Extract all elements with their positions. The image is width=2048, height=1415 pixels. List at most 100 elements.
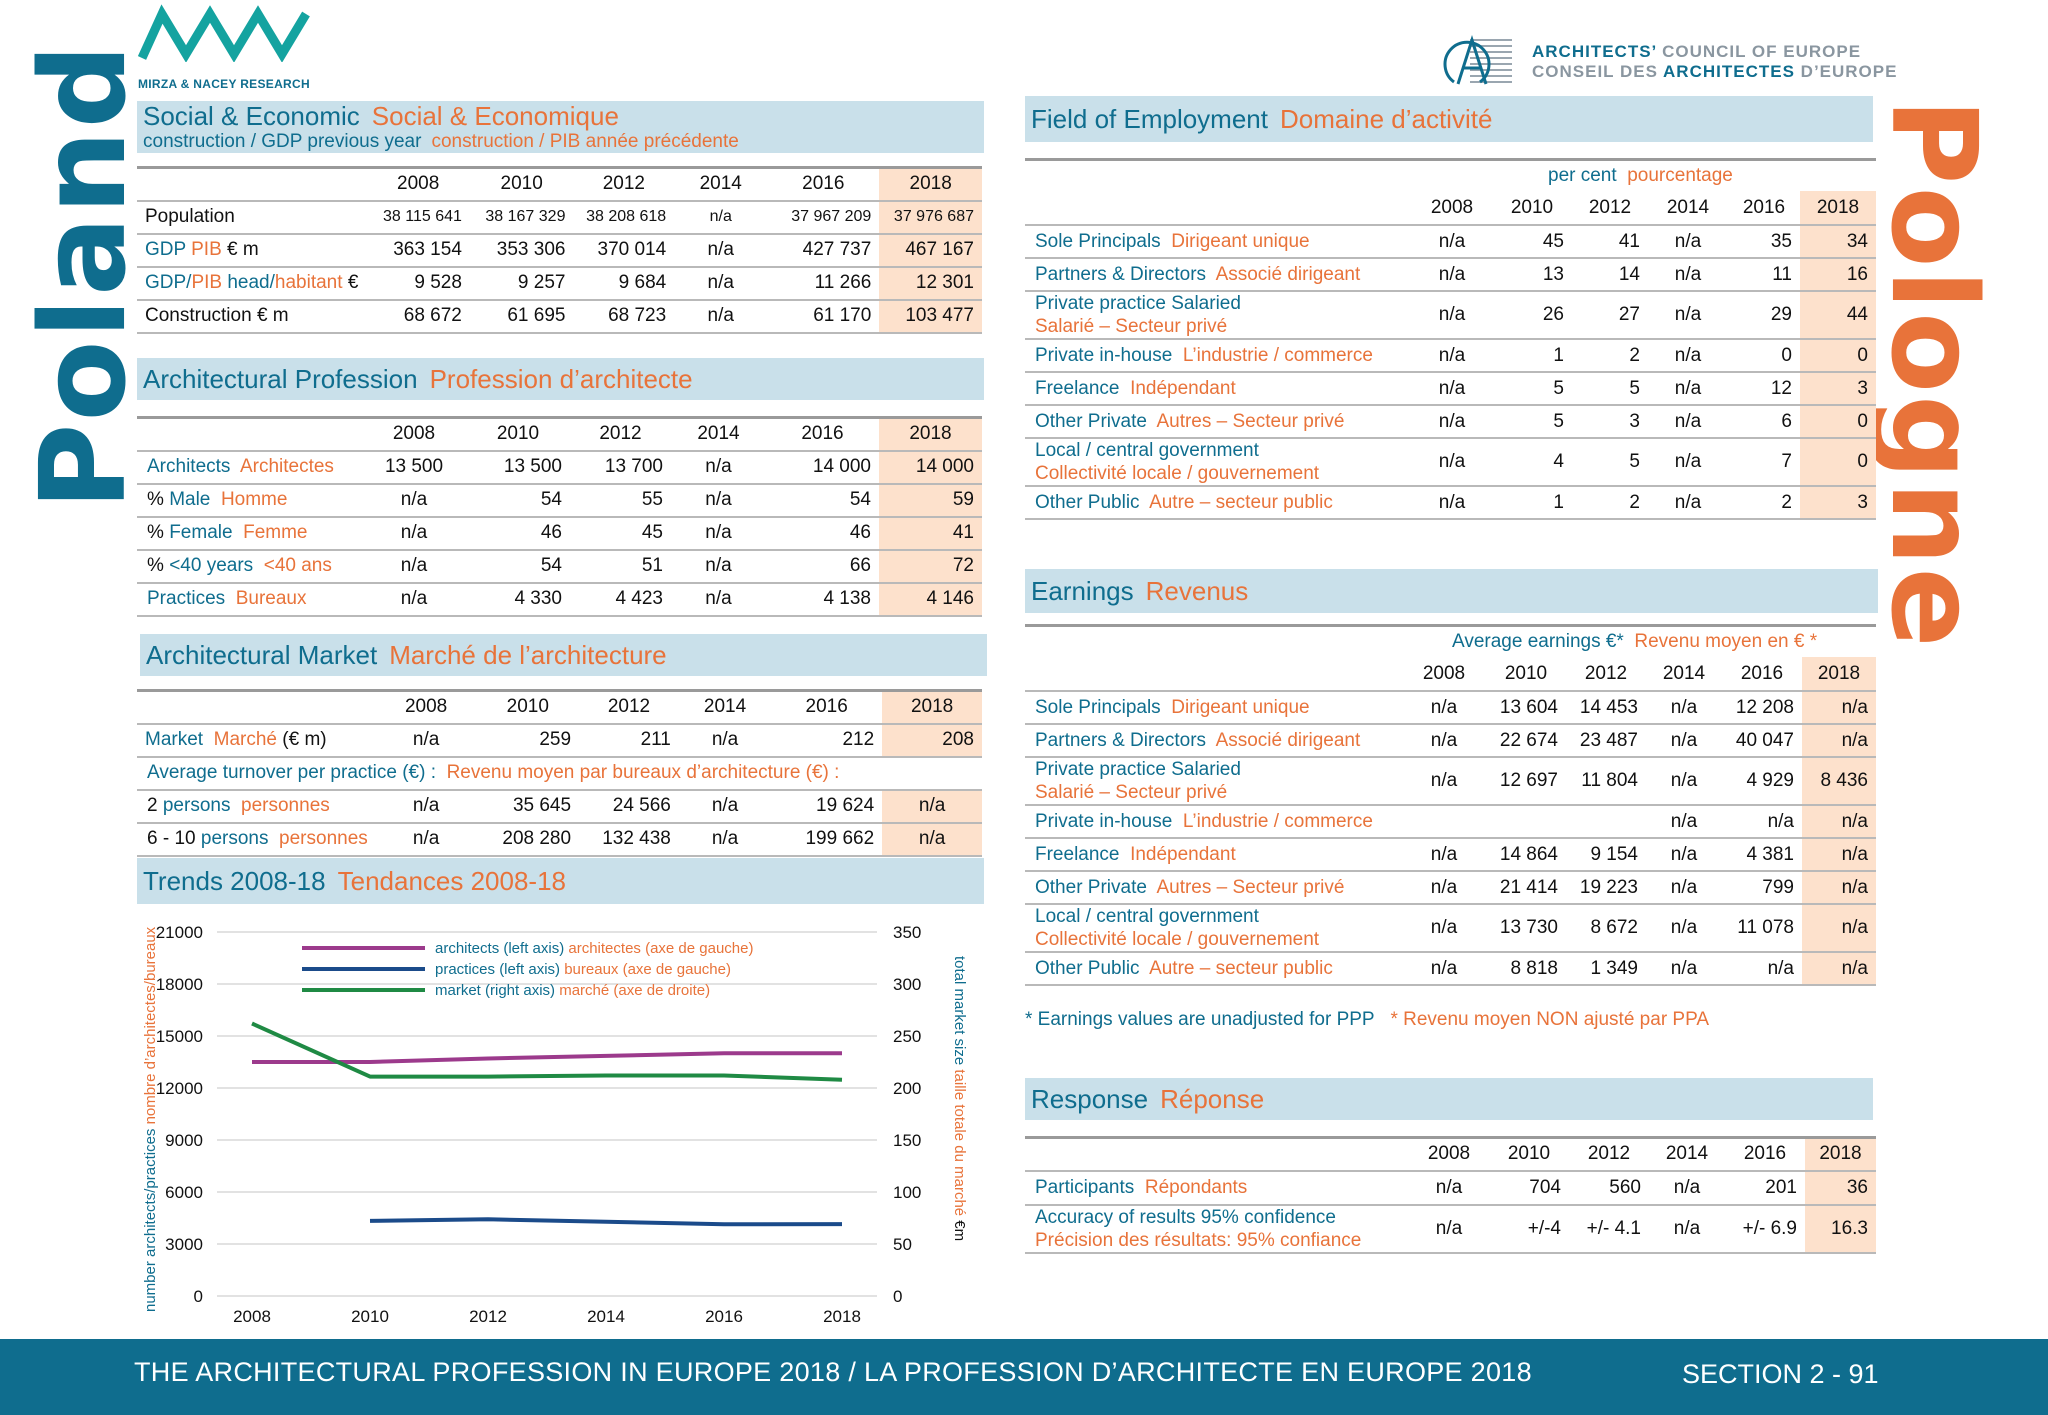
row-label: 6 - 10 persons personnes (137, 822, 376, 857)
social-economic-table: 2008 2010 2012 2014 2016 2018 Population… (137, 166, 982, 334)
cell: 208 280 (476, 822, 580, 857)
table-row: Construction € m 68 672 61 695 68 723 n/… (137, 299, 982, 334)
label-prefix: % (147, 522, 170, 543)
cell: n/a (678, 789, 772, 824)
cell: 14 453 (1566, 691, 1646, 725)
cell: 45 (570, 516, 671, 551)
row-label: Participants Répondants (1025, 1170, 1409, 1206)
mirza-nacey-logo-text: MIRZA & NACEY RESEARCH (138, 77, 310, 91)
cell: n/a (1646, 952, 1722, 986)
cell: n/a (1412, 405, 1492, 439)
ace-logo-fr-b: ARCHITECTES (1663, 62, 1795, 81)
cell: n/a (1412, 291, 1492, 340)
y-tick-right: 300 (893, 975, 921, 994)
cell: 38 167 329 (469, 200, 574, 235)
market-title-en: Architectural Market (146, 640, 378, 670)
y-tick-left: 15000 (156, 1027, 203, 1046)
year-header: 2010 (1489, 1136, 1569, 1172)
trends-title-en: Trends 2008-18 (143, 866, 326, 896)
y-tick-left: 0 (194, 1287, 203, 1306)
cell: n/a (1646, 805, 1722, 839)
label-en: Sole Principals (1035, 697, 1161, 718)
label-fr: Salarié – Secteur privé (1035, 782, 1228, 803)
cell: n/a (1646, 871, 1722, 905)
country-name-fr: Pologne (1865, 98, 2003, 650)
cell: 9 528 (366, 266, 470, 301)
year-header: 2012 (570, 416, 671, 452)
cell: 8 436 (1802, 757, 1876, 806)
cell: 35 (1728, 225, 1800, 259)
cell: 14 000 (766, 450, 879, 485)
row-label-market: Market Marché (€ m) (137, 723, 376, 758)
year-header: 2014 (671, 416, 766, 452)
row-label: Accuracy of results 95% confidence Précis… (1025, 1204, 1409, 1254)
row-label: Partners & Directors Associé dirigeant (1025, 258, 1412, 292)
year-header: 2012 (1572, 191, 1648, 226)
left-axis-title: number architects/practices nombre d’arc… (142, 926, 159, 1312)
year-header: 2018 (882, 689, 982, 725)
cell: n/a (671, 450, 766, 485)
year-header: 2008 (1409, 1136, 1489, 1172)
cell: 45 (1492, 225, 1572, 259)
cell: 41 (1572, 225, 1648, 259)
table-row: Other Public Autre – secteur public n/a 8 … (1025, 952, 1876, 986)
social-title-en: Social & Economic (143, 101, 360, 131)
year-header: 2016 (766, 416, 879, 452)
cell: 212 (771, 723, 883, 758)
cell: n/a (1412, 372, 1492, 406)
label-unit: (€ m) (282, 729, 327, 750)
market-header: Architectural Market Marché de l’architec… (140, 634, 987, 676)
cell: n/a (674, 266, 768, 301)
y-tick-right: 150 (893, 1131, 921, 1150)
row-label: % Male Homme (137, 483, 362, 518)
cell: n/a (1412, 438, 1492, 487)
row-label: Private practice Salaried Salarié – Secte… (1025, 757, 1402, 806)
market-title-fr: Marché de l’architecture (389, 640, 667, 670)
cell: n/a (1402, 838, 1486, 872)
y-tick-right: 50 (893, 1235, 912, 1254)
cell: 4 (1492, 438, 1572, 487)
cell: 46 (766, 516, 879, 551)
cell: 799 (1722, 871, 1802, 905)
ace-logo-en-b: COUNCIL OF EUROPE (1656, 42, 1862, 61)
cell: 61 695 (469, 299, 574, 334)
cell: 467 167 (879, 233, 982, 268)
row-label: 2 persons personnes (137, 789, 376, 824)
y-tick-left: 6000 (165, 1183, 203, 1202)
trends-chart: 0 3000 6000 9000 12000 15000 18000 21000 0 50 100 1… (142, 923, 968, 1326)
cell: 1 (1492, 486, 1572, 520)
row-label: Other Private Autres – Secteur privé (1025, 405, 1412, 439)
cell: n/a (882, 822, 982, 857)
right-axis-title-en: total market size (951, 956, 968, 1069)
social-title-fr: Social & Economique (371, 101, 619, 131)
y-tick-left: 12000 (156, 1079, 203, 1098)
label-fr: L’industrie / commerce (1182, 811, 1373, 832)
cell: 36 (1805, 1170, 1876, 1206)
cell: n/a (1412, 225, 1492, 259)
cell: n/a (1412, 486, 1492, 520)
label-en: Partners & Directors (1035, 264, 1207, 285)
row-label: Other Private Autres – Secteur privé (1025, 871, 1402, 905)
label-fr: Salarié – Secteur privé (1035, 316, 1228, 337)
table-row: GDP PIB € m 363 154 353 306 370 014 n/a … (137, 233, 982, 268)
employment-table: 2008 2010 2012 2014 2016 2018 Sole Princ… (1025, 191, 1876, 520)
row-label-gdp-head: GDP/PIB head/habitant € (137, 266, 367, 301)
cell: 11 078 (1722, 904, 1802, 953)
table-row: Local / central government Collectivité l… (1025, 438, 1876, 487)
ace-logo-en-a: ARCHITECTS’ (1532, 42, 1657, 61)
cell: +/-4 (1489, 1204, 1569, 1254)
profession-header: Architectural Profession Profession d’arc… (137, 358, 984, 400)
label-fr: Associé dirigeant (1215, 264, 1361, 285)
cell: 44 (1800, 291, 1876, 340)
label-unit: € (347, 272, 359, 293)
label-en: Partners & Directors (1035, 730, 1207, 751)
cell: n/a (882, 789, 982, 824)
cell: 0 (1800, 405, 1876, 439)
cell: 13 (1492, 258, 1572, 292)
label-fr: Collectivité locale / gouvernement (1035, 929, 1320, 950)
table-row: GDP/PIB head/habitant € 9 528 9 257 9 68… (137, 266, 982, 301)
year-header: 2012 (573, 166, 675, 202)
cell: n/a (362, 549, 466, 584)
cell: 34 (1800, 225, 1876, 259)
cell: n/a (375, 822, 477, 857)
